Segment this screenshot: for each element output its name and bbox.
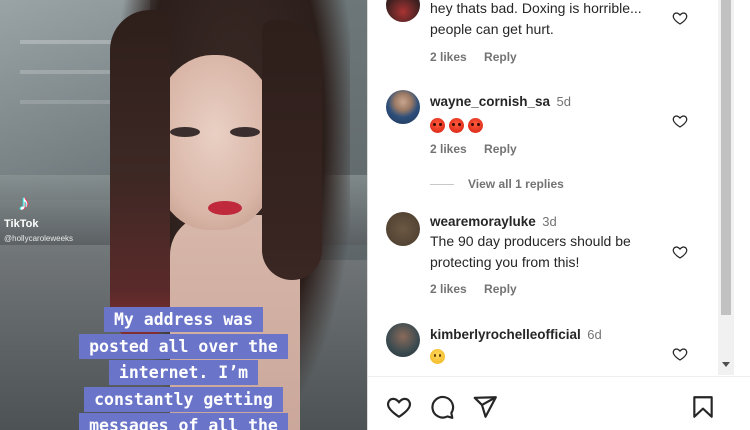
hair-left — [110, 10, 170, 340]
reply-button[interactable]: Reply — [484, 142, 517, 156]
comment-username[interactable]: kimberlyrochelleofficial — [430, 327, 581, 342]
likes-count[interactable]: 2 likes — [430, 282, 467, 296]
sad-face-emoji — [430, 349, 445, 365]
comment-username[interactable]: wayne_cornish_sa — [430, 94, 550, 109]
heart-icon[interactable] — [386, 394, 412, 420]
comment-timestamp: 5d — [556, 94, 571, 109]
like-heart-icon[interactable] — [672, 113, 688, 129]
angry-face-emoji — [449, 118, 464, 134]
video-caption: My address was posted all over the inter… — [0, 307, 367, 430]
angry-face-emoji — [468, 118, 483, 134]
tiktok-watermark-label: TikTok — [4, 218, 39, 230]
view-replies-link[interactable]: View all 1 replies — [430, 177, 564, 191]
comment-body: kimberlyrochelleofficial 6d — [430, 326, 685, 366]
comment-body: wearemorayluke 3d The 90 day producers s… — [430, 213, 685, 273]
reply-button[interactable]: Reply — [484, 282, 517, 296]
comment-body: hey thats bad. Doxing is horrible... peo… — [430, 0, 685, 40]
scrollbar[interactable] — [718, 0, 734, 375]
like-heart-icon[interactable] — [672, 10, 688, 26]
comment-timestamp: 6d — [587, 327, 602, 342]
comment-timestamp: 3d — [542, 214, 557, 229]
avatar[interactable] — [386, 323, 420, 357]
caption-line: posted all over the — [79, 333, 288, 359]
comment-text: The 90 day producers should be protectin… — [430, 233, 631, 270]
right-eye — [230, 127, 260, 137]
tiktok-watermark-handle: @hollycaroleweeks — [4, 234, 74, 243]
action-bar — [368, 376, 750, 430]
avatar[interactable] — [386, 212, 420, 246]
scrollbar-thumb[interactable] — [721, 0, 731, 315]
comment-text: hey thats bad. Doxing is horrible... peo… — [430, 0, 642, 37]
caption-line: My address was — [103, 307, 264, 332]
avatar[interactable] — [386, 0, 420, 22]
share-icon[interactable] — [472, 394, 498, 420]
comment-list[interactable]: hey thats bad. Doxing is horrible... peo… — [368, 0, 718, 375]
hair-right — [262, 20, 322, 280]
comment-emoji-row — [430, 117, 685, 135]
scroll-down-arrow-icon[interactable] — [722, 362, 730, 367]
video-player[interactable]: ♪ TikTok @hollycaroleweeks My address wa… — [0, 0, 367, 430]
like-heart-icon[interactable] — [672, 346, 688, 362]
reply-button[interactable]: Reply — [484, 50, 517, 64]
likes-count[interactable]: 2 likes — [430, 50, 467, 64]
left-eye — [170, 127, 200, 137]
comment-icon[interactable] — [429, 394, 455, 420]
comment-body: wayne_cornish_sa 5d — [430, 93, 685, 135]
avatar[interactable] — [386, 90, 420, 124]
comment-username[interactable]: wearemorayluke — [430, 214, 536, 229]
tiktok-logo-icon: ♪ — [18, 190, 30, 215]
bookmark-icon[interactable] — [690, 394, 716, 420]
caption-line: messages of all the — [79, 413, 288, 430]
comment-meta: 2 likes Reply — [430, 282, 531, 296]
comment-meta: 2 likes Reply — [430, 50, 531, 64]
comments-panel: hey thats bad. Doxing is horrible... peo… — [367, 0, 750, 430]
likes-count[interactable]: 2 likes — [430, 142, 467, 156]
comment-emoji-row — [430, 348, 685, 366]
caption-line: constantly getting — [84, 386, 283, 412]
caption-line: internet. I’m — [108, 360, 259, 385]
angry-face-emoji — [430, 118, 445, 134]
lips — [208, 201, 242, 215]
like-heart-icon[interactable] — [672, 244, 688, 260]
comment-meta: 2 likes Reply — [430, 142, 531, 156]
